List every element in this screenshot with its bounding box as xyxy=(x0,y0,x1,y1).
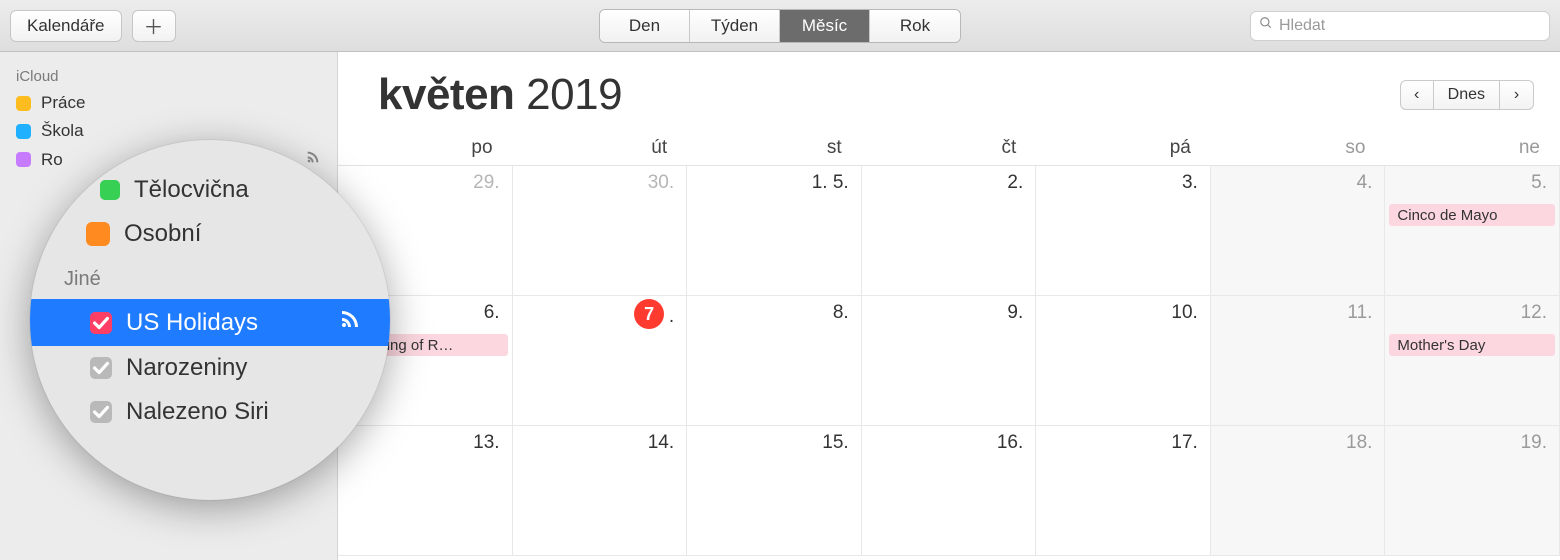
new-event-button[interactable]: ＋ xyxy=(132,10,176,42)
checkbox-icon[interactable] xyxy=(90,357,112,379)
sidebar-item-label: Škola xyxy=(41,121,84,141)
day-cell[interactable]: 8. xyxy=(687,296,862,426)
chevron-right-icon: › xyxy=(1514,86,1519,104)
zoom-group-label: Jiné xyxy=(30,256,390,299)
zoom-item-telocvicna[interactable]: Tělocvična xyxy=(30,168,390,212)
day-cell[interactable]: 4. xyxy=(1211,166,1386,296)
calendar-color-swatch xyxy=(16,124,31,139)
month-title: květen 2019 xyxy=(378,70,622,120)
sidebar-item-label: Narozeniny xyxy=(126,354,247,382)
day-number: 17. xyxy=(1171,432,1197,454)
day-number: 14. xyxy=(648,432,674,454)
toolbar: Kalendáře ＋ Den Týden Měsíc Rok xyxy=(0,0,1560,52)
calendar-color-swatch xyxy=(16,96,31,111)
day-cell[interactable]: 5. Cinco de Mayo xyxy=(1385,166,1560,296)
day-cell[interactable]: 11. xyxy=(1211,296,1386,426)
search-icon xyxy=(1259,16,1273,35)
dow-label: pá xyxy=(1036,130,1211,165)
sidebar-item-prace[interactable]: Práce xyxy=(0,89,337,117)
today-indicator: 7 xyxy=(634,299,664,329)
dow-header: po út st čt pá so ne xyxy=(338,130,1560,166)
day-cell[interactable]: 19. xyxy=(1385,426,1560,556)
day-number: 19. xyxy=(1521,432,1547,454)
day-cell[interactable]: 18. xyxy=(1211,426,1386,556)
day-number: 8. xyxy=(833,302,849,324)
sidebar-group-label: iCloud xyxy=(0,62,337,89)
view-year[interactable]: Rok xyxy=(870,10,960,42)
sidebar-item-label: US Holidays xyxy=(126,309,258,337)
day-number: 16. xyxy=(997,432,1023,454)
dow-label: so xyxy=(1211,130,1386,165)
view-segmented-control: Den Týden Měsíc Rok xyxy=(599,9,961,43)
day-number: 5. xyxy=(1531,172,1547,194)
sidebar-item-label: Práce xyxy=(41,93,85,113)
day-number: 29. xyxy=(473,172,499,194)
day-number: . xyxy=(669,306,674,328)
day-cell[interactable]: 1. 5. xyxy=(687,166,862,296)
dow-label: ne xyxy=(1385,130,1560,165)
calendar-color-swatch xyxy=(16,152,31,167)
day-cell[interactable]: 12. Mother's Day xyxy=(1385,296,1560,426)
magnifier-overlay: Tělocvična Osobní Jiné US Holidays Naroz… xyxy=(30,140,390,500)
search-field[interactable] xyxy=(1250,11,1550,41)
checkbox-icon[interactable] xyxy=(90,401,112,423)
search-input[interactable] xyxy=(1279,17,1541,35)
prev-month-button[interactable]: ‹ xyxy=(1400,80,1434,110)
calendar-color-swatch xyxy=(100,180,120,200)
zoom-item-osobni[interactable]: Osobní xyxy=(30,212,390,256)
sidebar-item-label: Tělocvična xyxy=(134,176,249,204)
dow-label: út xyxy=(513,130,688,165)
day-number: 30. xyxy=(648,172,674,194)
day-number: 13. xyxy=(473,432,499,454)
calendar-color-swatch xyxy=(86,222,110,246)
day-number: 11. xyxy=(1347,302,1372,324)
dow-label: st xyxy=(687,130,862,165)
day-number: 12. xyxy=(1521,302,1547,324)
day-cell[interactable]: 10. xyxy=(1036,296,1211,426)
day-cell[interactable]: 9. xyxy=(862,296,1037,426)
day-number: 2. xyxy=(1007,172,1023,194)
chevron-left-icon: ‹ xyxy=(1414,86,1419,104)
zoom-item-narozeniny[interactable]: Narozeniny xyxy=(30,346,390,390)
event-pill[interactable]: Cinco de Mayo xyxy=(1389,204,1555,226)
day-cell[interactable]: 15. xyxy=(687,426,862,556)
day-cell[interactable]: 2. xyxy=(862,166,1037,296)
month-nav: ‹ Dnes › xyxy=(1400,80,1534,110)
day-number: 1. 5. xyxy=(812,172,849,194)
calendars-button[interactable]: Kalendáře xyxy=(10,10,122,42)
day-cell[interactable]: 7. xyxy=(513,296,688,426)
day-cell[interactable]: 16. xyxy=(862,426,1037,556)
plus-icon: ＋ xyxy=(144,11,164,40)
checkbox-icon[interactable] xyxy=(90,312,112,334)
day-number: 10. xyxy=(1171,302,1197,324)
event-pill[interactable]: Mother's Day xyxy=(1389,334,1555,356)
zoom-item-us-holidays[interactable]: US Holidays xyxy=(30,299,390,346)
day-number: 18. xyxy=(1346,432,1372,454)
day-cell[interactable]: 17. xyxy=(1036,426,1211,556)
day-number: 3. xyxy=(1182,172,1198,194)
view-week[interactable]: Týden xyxy=(690,10,780,42)
dow-label: čt xyxy=(862,130,1037,165)
view-day[interactable]: Den xyxy=(600,10,690,42)
day-cell[interactable]: 30. xyxy=(513,166,688,296)
sidebar-item-label: Nalezeno Siri xyxy=(126,398,269,426)
calendar-main: květen 2019 ‹ Dnes › po út st čt pá so n… xyxy=(338,52,1560,560)
view-month[interactable]: Měsíc xyxy=(780,10,870,42)
month-grid: 29.30.1. 5.2.3.4.5.Cinco de Mayo6.eginni… xyxy=(338,166,1560,556)
day-number: 15. xyxy=(822,432,848,454)
day-number: 6. xyxy=(484,302,500,324)
today-button[interactable]: Dnes xyxy=(1434,80,1500,110)
day-number: 4. xyxy=(1357,172,1373,194)
zoom-item-nalezeno-siri[interactable]: Nalezeno Siri xyxy=(30,390,390,434)
day-cell[interactable]: 3. xyxy=(1036,166,1211,296)
next-month-button[interactable]: › xyxy=(1500,80,1534,110)
rss-icon xyxy=(338,307,362,338)
day-cell[interactable]: 14. xyxy=(513,426,688,556)
sidebar-item-label: Osobní xyxy=(124,220,201,248)
day-number: 9. xyxy=(1007,302,1023,324)
